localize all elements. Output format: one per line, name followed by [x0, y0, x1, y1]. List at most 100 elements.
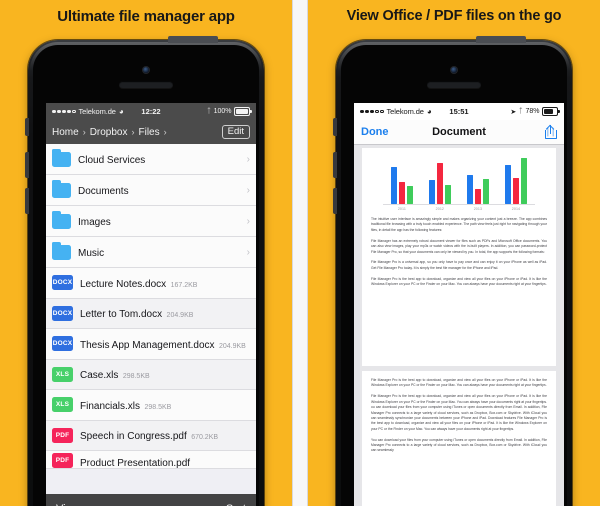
pdf-file-icon: PDF	[52, 427, 73, 443]
folder-icon	[52, 241, 71, 260]
document-scroll-view[interactable]: 2011 2012 2013 2014 The intuitive user i…	[354, 145, 564, 506]
chevron-right-icon: ›	[163, 127, 167, 137]
bar-2013-series3	[482, 178, 490, 204]
status-bar-right-group: ᛏ 100%	[206, 107, 252, 116]
chevron-right-icon: ›	[246, 215, 250, 227]
status-bar-right-group: ➤ ᛏ 78%	[510, 107, 560, 116]
bar-2014-series1	[504, 164, 512, 204]
file-size: 298.5KB	[122, 373, 150, 381]
file-name: Financials.xls	[80, 400, 141, 412]
battery-icon	[542, 107, 560, 116]
bar-2012-series2	[436, 162, 444, 204]
breadcrumb-item-home[interactable]: Home	[52, 127, 79, 138]
docx-file-icon: DOCX	[52, 275, 73, 291]
front-camera-icon	[451, 67, 457, 73]
bar-group	[466, 157, 490, 204]
bar-2011-series1	[390, 167, 398, 204]
list-item[interactable]: Cloud Services ›	[46, 144, 256, 175]
docx-file-icon: DOCX	[52, 336, 73, 352]
bluetooth-icon: ᛏ	[206, 108, 212, 115]
chevron-right-icon: ›	[82, 127, 86, 137]
list-item[interactable]: Music ›	[46, 237, 256, 268]
carrier-label: Telekom.de	[386, 107, 424, 116]
file-name: Letter to Tom.docx	[80, 309, 163, 321]
signal-strength-icon	[360, 109, 384, 114]
bar-2014-series3	[520, 157, 528, 204]
device-face: Telekom.de ◕ 15:51 ➤ ᛏ 78% Done Document…	[341, 45, 567, 506]
document-navbar: Done Document	[354, 120, 564, 145]
list-item[interactable]: Images ›	[46, 206, 256, 237]
iphone-device-right: Telekom.de ◕ 15:51 ➤ ᛏ 78% Done Document…	[333, 36, 572, 506]
file-list[interactable]: Cloud Services › Documents › Images › Mu…	[46, 144, 256, 506]
volume-down-button[interactable]	[25, 188, 29, 214]
sort-button[interactable]: Sort	[226, 503, 246, 506]
status-bar-left-group: Telekom.de ◕	[52, 107, 124, 116]
list-item[interactable]: DOCX Lecture Notes.docx 167.2KB	[46, 268, 256, 299]
mute-switch[interactable]	[333, 118, 337, 136]
bar-2014-series2	[512, 177, 520, 204]
folder-icon	[52, 210, 71, 229]
list-item[interactable]: DOCX Thesis App Management.docx 204.9KB	[46, 329, 256, 360]
list-item[interactable]: XLS Financials.xls 298.5KB	[46, 390, 256, 421]
status-bar-right: Telekom.de ◕ 15:51 ➤ ᛏ 78%	[354, 103, 564, 120]
earpiece-speaker	[119, 81, 173, 88]
pdf-file-icon: PDF	[52, 453, 73, 468]
power-button[interactable]	[168, 36, 218, 43]
location-arrow-icon: ➤	[510, 108, 517, 116]
chevron-right-icon: ›	[246, 246, 250, 258]
file-name: Images	[78, 217, 111, 228]
bar-2012-series1	[428, 179, 436, 204]
x-tick-label: 2011	[397, 207, 406, 211]
bar-2012-series3	[444, 185, 452, 204]
file-size: 670.2KB	[191, 434, 219, 442]
signal-strength-icon	[52, 109, 76, 114]
status-bar-left: Telekom.de ◕ 12:22 ᛏ 100%	[46, 103, 256, 120]
file-name: Lecture Notes.docx	[80, 278, 167, 290]
file-name: Product Presentation.pdf	[80, 458, 191, 469]
xls-file-icon: XLS	[52, 366, 73, 382]
iphone-device-left: Telekom.de ◕ 12:22 ᛏ 100% Home › Dropbox…	[25, 36, 264, 506]
wifi-icon: ◕	[118, 106, 124, 116]
document-paragraph: File Manager Pro is the best app to down…	[371, 394, 547, 431]
list-item[interactable]: XLS Case.xls 298.5KB	[46, 359, 256, 390]
volume-up-button[interactable]	[333, 152, 337, 178]
power-button[interactable]	[476, 36, 526, 43]
left-promo-panel: Ultimate file manager app Telekom.de ◕ 1…	[0, 0, 292, 506]
document-paragraph: File Manager Pro is a universal app, so …	[371, 260, 547, 270]
wifi-icon: ◕	[426, 106, 432, 116]
bar-2013-series2	[474, 188, 482, 204]
list-item[interactable]: PDF Speech in Congress.pdf 670.2KB	[46, 420, 256, 451]
bar-2013-series1	[466, 174, 474, 204]
edit-button[interactable]: Edit	[221, 124, 250, 140]
breadcrumb: Home › Dropbox › Files › Edit	[46, 120, 256, 144]
chevron-right-icon: ›	[131, 127, 135, 137]
file-name: Music	[78, 248, 105, 259]
document-paragraph: You can download your files from your co…	[371, 437, 547, 453]
bar-2011-series3	[406, 186, 414, 204]
file-name: Cloud Services	[78, 155, 146, 166]
bar-group	[428, 157, 452, 204]
folder-icon	[52, 148, 71, 167]
left-headline: Ultimate file manager app	[57, 8, 235, 25]
list-item[interactable]: DOCX Letter to Tom.docx 204.9KB	[46, 298, 256, 329]
list-item[interactable]: PDF Product Presentation.pdf	[46, 451, 256, 469]
mute-switch[interactable]	[25, 118, 29, 136]
share-icon[interactable]	[545, 124, 557, 139]
screenshot-stage: Ultimate file manager app Telekom.de ◕ 1…	[0, 0, 600, 506]
x-tick-label: 2013	[473, 207, 483, 211]
document-page: 2011 2012 2013 2014 The intuitive user i…	[362, 148, 556, 366]
list-item[interactable]: Documents ›	[46, 175, 256, 206]
volume-down-button[interactable]	[333, 188, 337, 214]
earpiece-speaker	[427, 81, 481, 88]
done-button[interactable]: Done	[361, 126, 389, 138]
view-button[interactable]: View	[56, 503, 80, 506]
panel-divider	[292, 0, 308, 506]
screen-left: Telekom.de ◕ 12:22 ᛏ 100% Home › Dropbox…	[46, 103, 256, 506]
breadcrumb-item-files[interactable]: Files	[139, 127, 160, 138]
file-size: 204.9KB	[218, 342, 246, 350]
bottom-toolbar: View Sort	[46, 494, 256, 506]
battery-percent-label: 78%	[525, 108, 540, 115]
breadcrumb-item-dropbox[interactable]: Dropbox	[90, 127, 128, 138]
volume-up-button[interactable]	[25, 152, 29, 178]
bar-chart: 2011 2012 2013 2014	[383, 157, 535, 211]
